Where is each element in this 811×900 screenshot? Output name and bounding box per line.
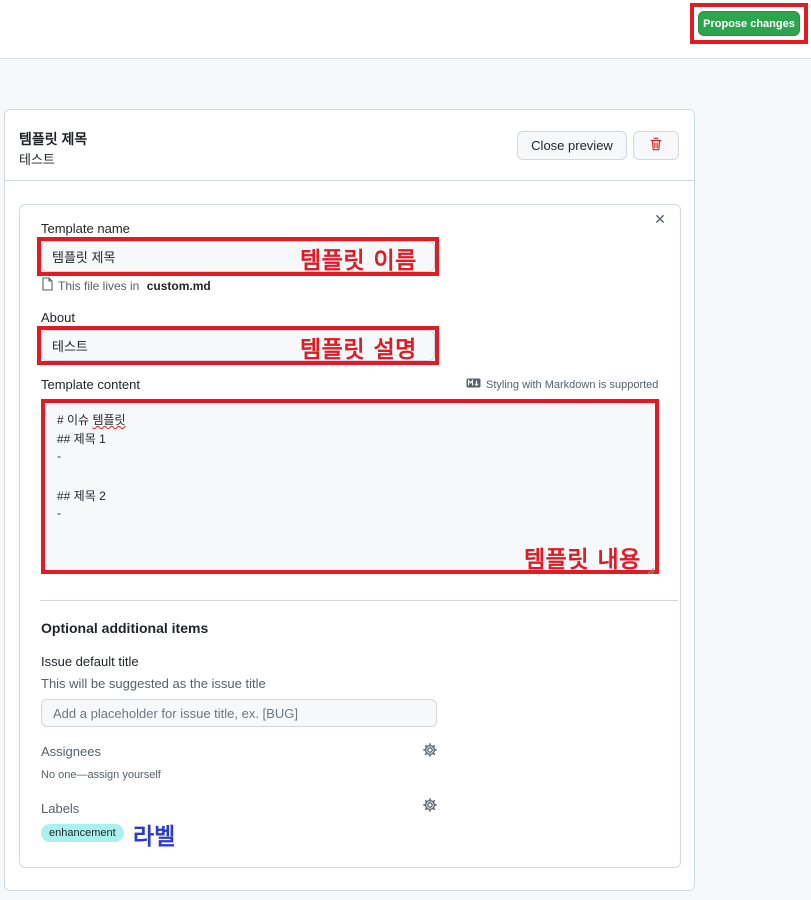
gear-icon[interactable] xyxy=(422,742,438,758)
content-line: ## 제목 1 xyxy=(57,432,106,446)
delete-template-button[interactable] xyxy=(633,131,679,160)
propose-highlight-frame: Propose changes xyxy=(690,3,808,44)
template-content-textarea[interactable]: # 이슈 템플릿 ## 제목 1 - ## 제목 2 - 템플릿 내용 xyxy=(41,399,659,575)
about-label: About xyxy=(41,310,75,325)
issue-title-help: This will be suggested as the issue titl… xyxy=(41,676,266,691)
resize-handle-icon[interactable] xyxy=(647,562,655,575)
issue-title-input[interactable]: Add a placeholder for issue title, ex. [… xyxy=(41,699,437,727)
file-name: custom.md xyxy=(146,278,211,293)
content-line: # 이슈 템플릿 xyxy=(57,413,126,427)
labels-label: Labels xyxy=(41,801,80,816)
propose-changes-button[interactable]: Propose changes xyxy=(698,11,800,36)
content-line: - xyxy=(57,449,61,463)
issue-title-label: Issue default title xyxy=(41,654,139,669)
content-line: ## 제목 2 xyxy=(57,489,106,503)
template-subtitle: 테스트 xyxy=(19,152,55,167)
template-panel-header: 템플릿 제목 테스트 Close preview xyxy=(5,110,694,181)
markdown-icon xyxy=(466,378,481,391)
template-content-label: Template content xyxy=(41,377,141,392)
template-title: 템플릿 제목 xyxy=(19,131,88,147)
close-preview-button[interactable]: Close preview xyxy=(517,131,627,160)
markdown-note-text: Styling with Markdown is supported xyxy=(486,378,659,391)
trash-icon xyxy=(649,137,663,154)
template-name-label: Template name xyxy=(41,221,130,236)
gear-icon[interactable] xyxy=(422,797,438,813)
section-divider xyxy=(40,600,678,601)
template-name-annotation: 템플릿 이름 xyxy=(300,248,417,274)
optional-items-heading: Optional additional items xyxy=(41,620,209,636)
markdown-note[interactable]: Styling with Markdown is supported xyxy=(466,378,658,391)
template-editor-card: ✕ Template name 템플릿 제목 템플릿 이름 This file … xyxy=(19,204,681,868)
file-icon xyxy=(41,277,54,294)
about-annotation: 템플릿 설명 xyxy=(300,337,417,363)
file-note-prefix: This file lives in xyxy=(58,278,143,293)
close-icon[interactable]: ✕ xyxy=(652,211,668,227)
file-note: This file lives in custom.md xyxy=(41,277,211,294)
top-bar: Propose changes xyxy=(0,0,811,59)
label-badge-enhancement[interactable]: enhancement xyxy=(41,824,124,842)
assignees-value[interactable]: No one—assign yourself xyxy=(41,769,161,781)
labels-annotation: 라벨 xyxy=(133,824,176,850)
template-content-annotation: 템플릿 내용 xyxy=(524,547,641,573)
assignees-label: Assignees xyxy=(41,744,101,759)
content-line: - xyxy=(57,506,61,520)
template-panel: 템플릿 제목 테스트 Close preview ✕ Template name… xyxy=(4,109,695,891)
